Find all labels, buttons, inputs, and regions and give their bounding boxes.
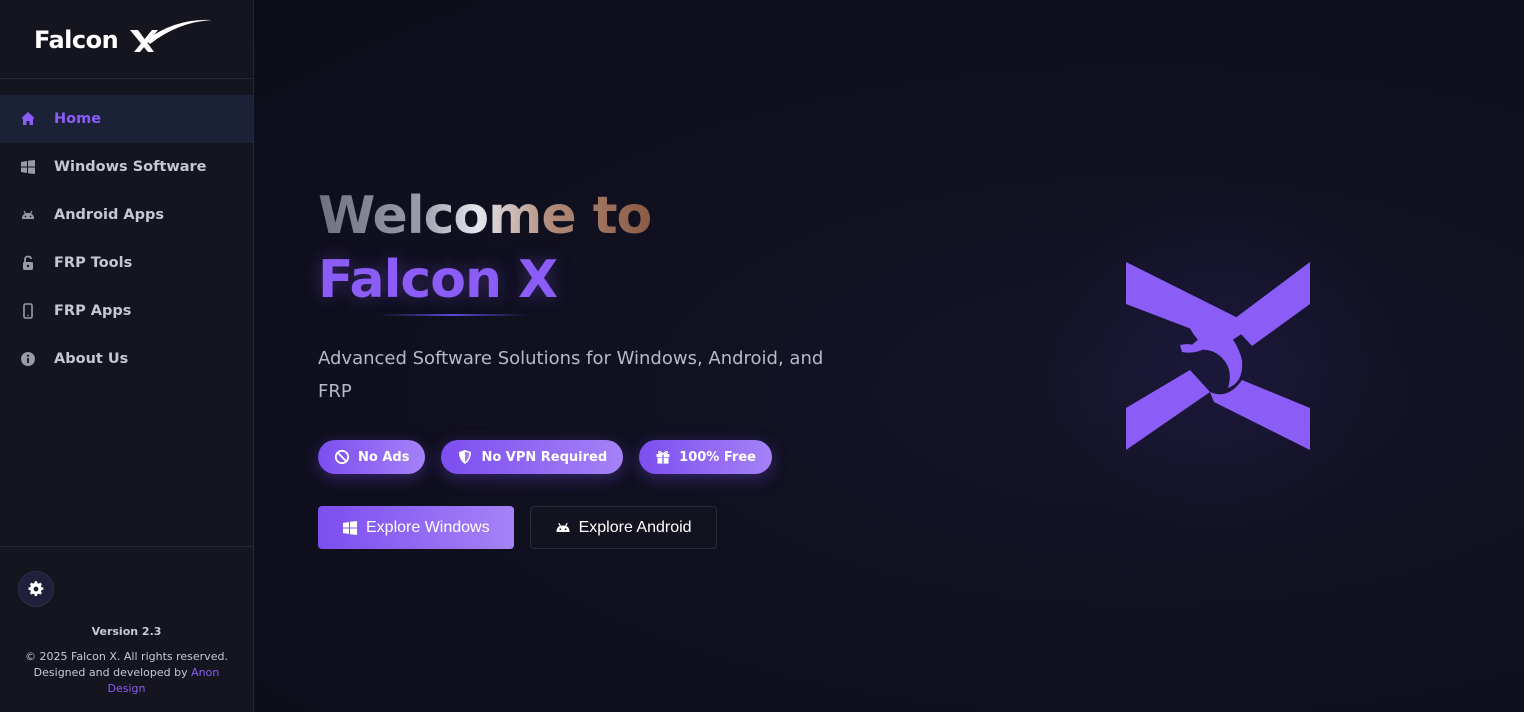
sidebar-item-label: FRP Tools [54, 255, 133, 271]
sidebar-item-label: About Us [54, 351, 129, 367]
android-icon [556, 522, 570, 532]
explore-android-button[interactable]: Explore Android [529, 506, 717, 549]
windows-icon [18, 157, 38, 177]
logo-text: Falcon [34, 26, 119, 54]
badge-free: 100% Free [639, 440, 772, 474]
app-root: Falcon Home Windows Software Android App… [0, 0, 1524, 712]
version-label: Version 2.3 [91, 625, 162, 638]
sidebar: Falcon Home Windows Software Android App… [0, 0, 254, 712]
sidebar-item-windows-software[interactable]: Windows Software [0, 143, 253, 191]
designed-by-label: Designed and developed by [33, 666, 188, 679]
title-underline [378, 314, 528, 316]
badge-no-ads: No Ads [318, 440, 426, 474]
badge-no-vpn: No VPN Required [441, 440, 624, 474]
hero-subtitle: Advanced Software Solutions for Windows,… [318, 348, 824, 402]
designed-by-line: Designed and developed by Anon Design [20, 665, 233, 697]
windows-icon [343, 520, 357, 535]
sidebar-nav: Home Windows Software Android Apps FRP T… [0, 95, 253, 383]
sidebar-item-label: Home [54, 111, 102, 127]
settings-button[interactable] [18, 571, 54, 607]
main-content: Welcome to Falcon X Advanced Software So… [254, 0, 1524, 712]
sidebar-logo[interactable]: Falcon [0, 0, 253, 79]
sidebar-item-label: Windows Software [54, 159, 207, 175]
feature-badges: No Ads No VPN Required 100% Free [318, 440, 838, 474]
sidebar-item-frp-apps[interactable]: FRP Apps [0, 287, 253, 335]
hero-title-line1: Welcome to [318, 186, 652, 246]
copyright-text: © 2025 Falcon X. All rights reserved. De… [20, 649, 233, 697]
home-icon [18, 109, 38, 129]
badge-label: No VPN Required [481, 449, 608, 465]
hero-buttons: Explore Windows Explore Android [318, 506, 838, 549]
android-icon [18, 205, 38, 225]
shield-icon [459, 450, 472, 464]
button-label: Explore Android [578, 518, 692, 536]
gear-icon [28, 581, 44, 597]
ban-icon [334, 449, 350, 465]
falcon-x-logo-icon [1126, 262, 1310, 450]
hero-title-line2: Falcon X [318, 250, 558, 310]
sidebar-item-label: FRP Apps [54, 303, 132, 319]
button-label: Explore Windows [366, 518, 490, 536]
sidebar-item-home[interactable]: Home [0, 95, 253, 143]
hero-title: Welcome to Falcon X [318, 184, 838, 312]
sidebar-item-label: Android Apps [54, 207, 165, 223]
mobile-icon [18, 301, 38, 321]
explore-windows-button[interactable]: Explore Windows [318, 506, 514, 549]
sidebar-item-android-apps[interactable]: Android Apps [0, 191, 253, 239]
badge-label: 100% Free [679, 449, 756, 465]
copyright-line: © 2025 Falcon X. All rights reserved. [25, 650, 228, 663]
info-icon [18, 349, 38, 369]
sidebar-item-about-us[interactable]: About Us [0, 335, 253, 383]
gift-icon [656, 450, 670, 464]
badge-label: No Ads [358, 449, 410, 465]
hero-section: Welcome to Falcon X Advanced Software So… [318, 184, 838, 549]
logo-x-icon [130, 19, 212, 52]
sidebar-footer: Version 2.3 © 2025 Falcon X. All rights … [0, 546, 253, 712]
sidebar-item-frp-tools[interactable]: FRP Tools [0, 239, 253, 287]
unlock-icon [18, 253, 38, 273]
